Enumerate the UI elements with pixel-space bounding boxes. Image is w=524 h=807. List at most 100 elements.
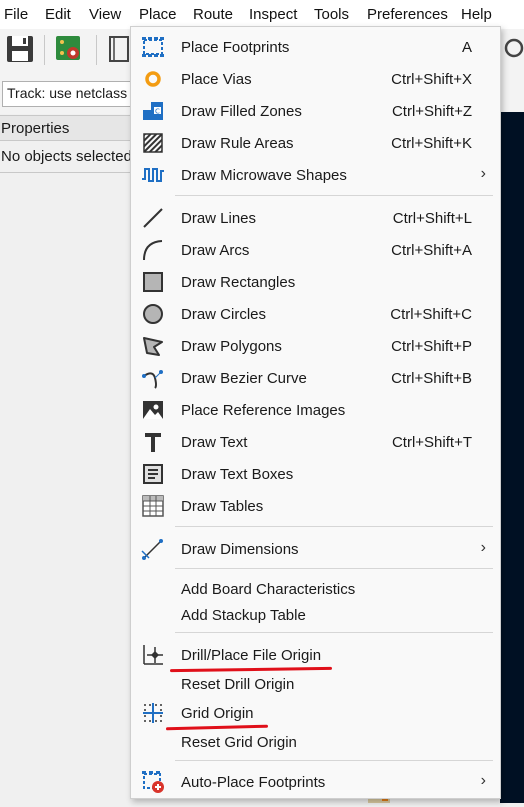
menu-item-draw-polygons[interactable]: Draw Polygons Ctrl+Shift+P [131,330,500,362]
zoom-icon[interactable] [500,36,524,64]
menu-view[interactable]: View [89,6,121,23]
properties-empty-text: No objects selected [1,148,132,165]
circle-icon [141,302,165,326]
image-icon [141,398,165,422]
table-icon [141,494,165,518]
menu-item-label: Draw Arcs [181,242,250,259]
rule-area-icon [141,131,165,155]
menu-item-label: Draw Filled Zones [181,103,302,120]
place-menu: Place Footprints A Place Vias Ctrl+Shift… [130,26,501,799]
menu-preferences[interactable]: Preferences [367,6,448,23]
menu-item-label: Add Board Characteristics [181,581,356,598]
bezier-icon [141,366,165,390]
menu-item-add-stackup-table[interactable]: Add Stackup Table [131,599,500,631]
text-icon [141,430,165,454]
menu-item-place-footprints[interactable]: Place Footprints A [131,31,500,63]
menu-item-shortcut: Ctrl+Shift+P [391,338,472,355]
menu-item-label: Draw Dimensions [181,541,299,558]
via-icon [141,67,165,91]
footprint-icon [141,35,165,59]
menu-item-label: Draw Rectangles [181,274,296,291]
menu-separator [175,526,493,527]
menu-item-shortcut: Ctrl+Shift+K [391,135,472,152]
menu-item-draw-tables[interactable]: Draw Tables [131,490,500,522]
menu-item-label: Place Footprints [181,39,290,56]
arc-icon [141,238,165,262]
toolbar-separator [96,35,97,65]
board-setup-icon[interactable] [53,33,85,65]
properties-header: Properties [0,115,140,141]
menu-separator [175,195,493,196]
menu-item-label: Reset Drill Origin [181,676,295,693]
menu-item-draw-rule-areas[interactable]: Draw Rule Areas Ctrl+Shift+K [131,127,500,159]
menu-item-shortcut: Ctrl+Shift+T [391,434,472,451]
pcb-canvas[interactable] [500,112,524,803]
menu-item-label: Add Stackup Table [181,607,306,624]
menu-item-shortcut: Ctrl+Shift+Z [391,103,472,120]
drill-origin-icon [141,643,165,667]
menu-item-auto-place-footprints[interactable]: Auto-Place Footprints › [131,766,500,798]
menu-separator [175,760,493,761]
menu-item-shortcut: A [461,39,472,56]
auto-place-icon [141,770,165,794]
menu-item-reset-grid-origin[interactable]: Reset Grid Origin [131,726,500,758]
menu-item-grid-origin[interactable]: Grid Origin [131,697,500,729]
menu-item-shortcut: Ctrl+Shift+L [392,210,472,227]
menu-help[interactable]: Help [461,6,492,23]
track-width-select[interactable]: Track: use netclass width [2,81,138,107]
menu-item-draw-rectangles[interactable]: Draw Rectangles [131,266,500,298]
menu-item-label: Place Vias [181,71,252,88]
menu-tools[interactable]: Tools [314,6,349,23]
menu-item-draw-bezier-curve[interactable]: Draw Bezier Curve Ctrl+Shift+B [131,362,500,394]
menu-item-shortcut: Ctrl+Shift+X [391,71,472,88]
menu-item-reset-drill-origin[interactable]: Reset Drill Origin [131,668,500,700]
menu-item-shortcut: Ctrl+Shift+A [391,242,472,259]
menu-item-label: Draw Tables [181,498,264,515]
menu-item-label: Draw Lines [181,210,257,227]
menu-item-label: Draw Circles [181,306,267,323]
menu-item-place-vias[interactable]: Place Vias Ctrl+Shift+X [131,63,500,95]
menu-item-draw-text-boxes[interactable]: Draw Text Boxes [131,458,500,490]
menu-item-shortcut: Ctrl+Shift+C [390,306,472,323]
microwave-icon [141,163,165,187]
menu-item-label: Auto-Place Footprints [181,774,326,791]
svg-text:C: C [155,108,160,116]
menu-item-label: Draw Text Boxes [181,466,294,483]
save-icon[interactable] [4,33,36,65]
menu-item-label: Draw Polygons [181,338,282,355]
menu-item-label: Place Reference Images [181,402,346,419]
menu-item-label: Grid Origin [181,705,254,722]
menu-item-place-reference-images[interactable]: Place Reference Images [131,394,500,426]
line-icon [141,206,165,230]
menu-item-label: Reset Grid Origin [181,734,297,751]
menu-item-draw-dimensions[interactable]: Draw Dimensions › [131,533,500,565]
menu-inspect[interactable]: Inspect [249,6,297,23]
menu-item-draw-filled-zones[interactable]: C Draw Filled Zones Ctrl+Shift+Z [131,95,500,127]
text-box-icon [141,462,165,486]
menu-item-label: Draw Text [181,434,248,451]
menu-edit[interactable]: Edit [45,6,71,23]
grid-origin-icon [141,701,165,725]
menu-item-label: Draw Microwave Shapes [181,167,347,184]
menu-place[interactable]: Place [139,6,177,23]
submenu-arrow-icon: › [480,772,486,789]
menu-route[interactable]: Route [193,6,233,23]
toolbar-separator [44,35,45,65]
menu-file[interactable]: File [4,6,28,23]
submenu-arrow-icon: › [480,539,486,556]
menu-item-shortcut: Ctrl+Shift+B [391,370,472,387]
filled-zone-icon: C [141,99,165,123]
menu-item-draw-microwave-shapes[interactable]: Draw Microwave Shapes › [131,159,500,191]
submenu-arrow-icon: › [480,165,486,182]
menu-item-draw-lines[interactable]: Draw Lines Ctrl+Shift+L [131,202,500,234]
polygon-icon [141,334,165,358]
menu-separator [175,632,493,633]
menu-item-draw-circles[interactable]: Draw Circles Ctrl+Shift+C [131,298,500,330]
dimension-icon [141,537,165,561]
menu-bar: File Edit View Place Route Inspect Tools… [0,0,524,29]
menu-item-draw-text[interactable]: Draw Text Ctrl+Shift+T [131,426,500,458]
properties-divider [0,172,140,173]
menu-item-label: Draw Bezier Curve [181,370,307,387]
menu-item-draw-arcs[interactable]: Draw Arcs Ctrl+Shift+A [131,234,500,266]
menu-separator [175,568,493,569]
